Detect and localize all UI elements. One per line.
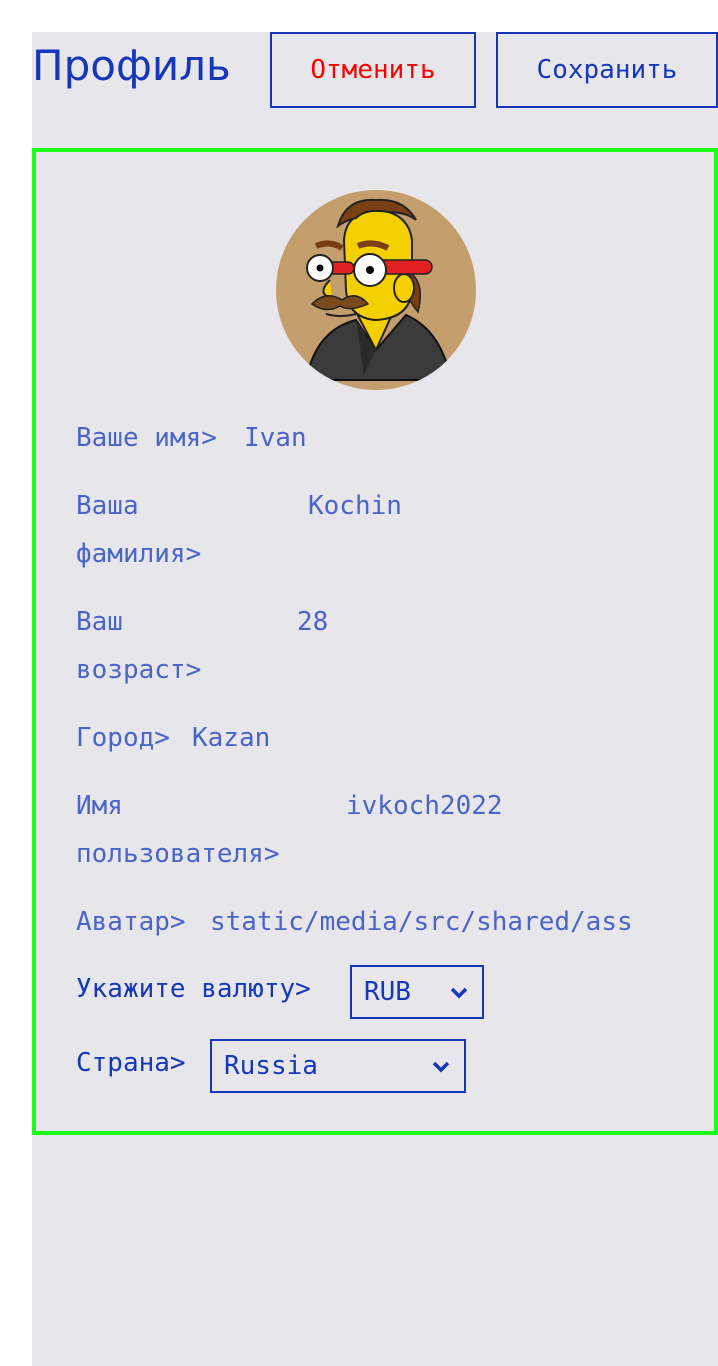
cartoon-avatar-icon (276, 190, 476, 390)
page-title: Профиль (32, 41, 231, 90)
surname-value[interactable]: Kochin (308, 482, 402, 530)
username-label-line2: пользователя> (76, 839, 280, 869)
currency-row: Укажите валюту> RUB (76, 965, 536, 1019)
chevron-down-icon (432, 1061, 450, 1073)
username-value[interactable]: ivkoch2022 (346, 782, 503, 830)
username-field: Имя пользователя> ivkoch2022 (76, 782, 676, 878)
age-label-line2: возраст> (76, 655, 202, 685)
avatar-path-label: Аватар> (76, 907, 186, 937)
country-label: Страна> (76, 1048, 186, 1078)
profile-page: Профиль Отменить Сохранить Ваше имя> Iva… (32, 32, 718, 1366)
age-label-line1: Ваш (76, 607, 123, 637)
currency-label: Укажите валюту> (76, 974, 311, 1004)
username-label: Имя пользователя> (76, 782, 280, 878)
surname-label-line1: Ваша (76, 491, 139, 521)
age-value[interactable]: 28 (297, 598, 328, 646)
surname-label-line2: фамилия> (76, 539, 202, 569)
profile-card: Ваше имя> Ivan Ваша фамилия> Kochin Ваш … (32, 148, 718, 1135)
surname-label: Ваша фамилия> (76, 482, 201, 578)
country-row: Страна> Russia (76, 1039, 536, 1093)
username-label-line1: Имя (76, 791, 123, 821)
city-field: Город> Kazan (76, 714, 676, 762)
name-value[interactable]: Ivan (244, 414, 307, 462)
name-field: Ваше имя> Ivan (76, 414, 676, 462)
chevron-down-icon (450, 987, 468, 999)
city-value[interactable]: Kazan (192, 714, 270, 762)
currency-select[interactable]: RUB (350, 965, 484, 1019)
country-select[interactable]: Russia (210, 1039, 466, 1093)
avatar-path-value[interactable]: static/media/src/shared/ass (210, 898, 633, 946)
country-selected-value: Russia (224, 1051, 318, 1081)
age-label: Ваш возраст> (76, 598, 201, 694)
age-field: Ваш возраст> 28 (76, 598, 676, 694)
avatar-path-field: Аватар> static/media/src/shared/ass (76, 898, 676, 946)
cancel-button[interactable]: Отменить (270, 32, 476, 108)
currency-selected-value: RUB (364, 977, 411, 1007)
name-label: Ваше имя> (76, 423, 217, 453)
save-button[interactable]: Сохранить (496, 32, 718, 108)
surname-field: Ваша фамилия> Kochin (76, 482, 676, 578)
city-label: Город> (76, 723, 170, 753)
